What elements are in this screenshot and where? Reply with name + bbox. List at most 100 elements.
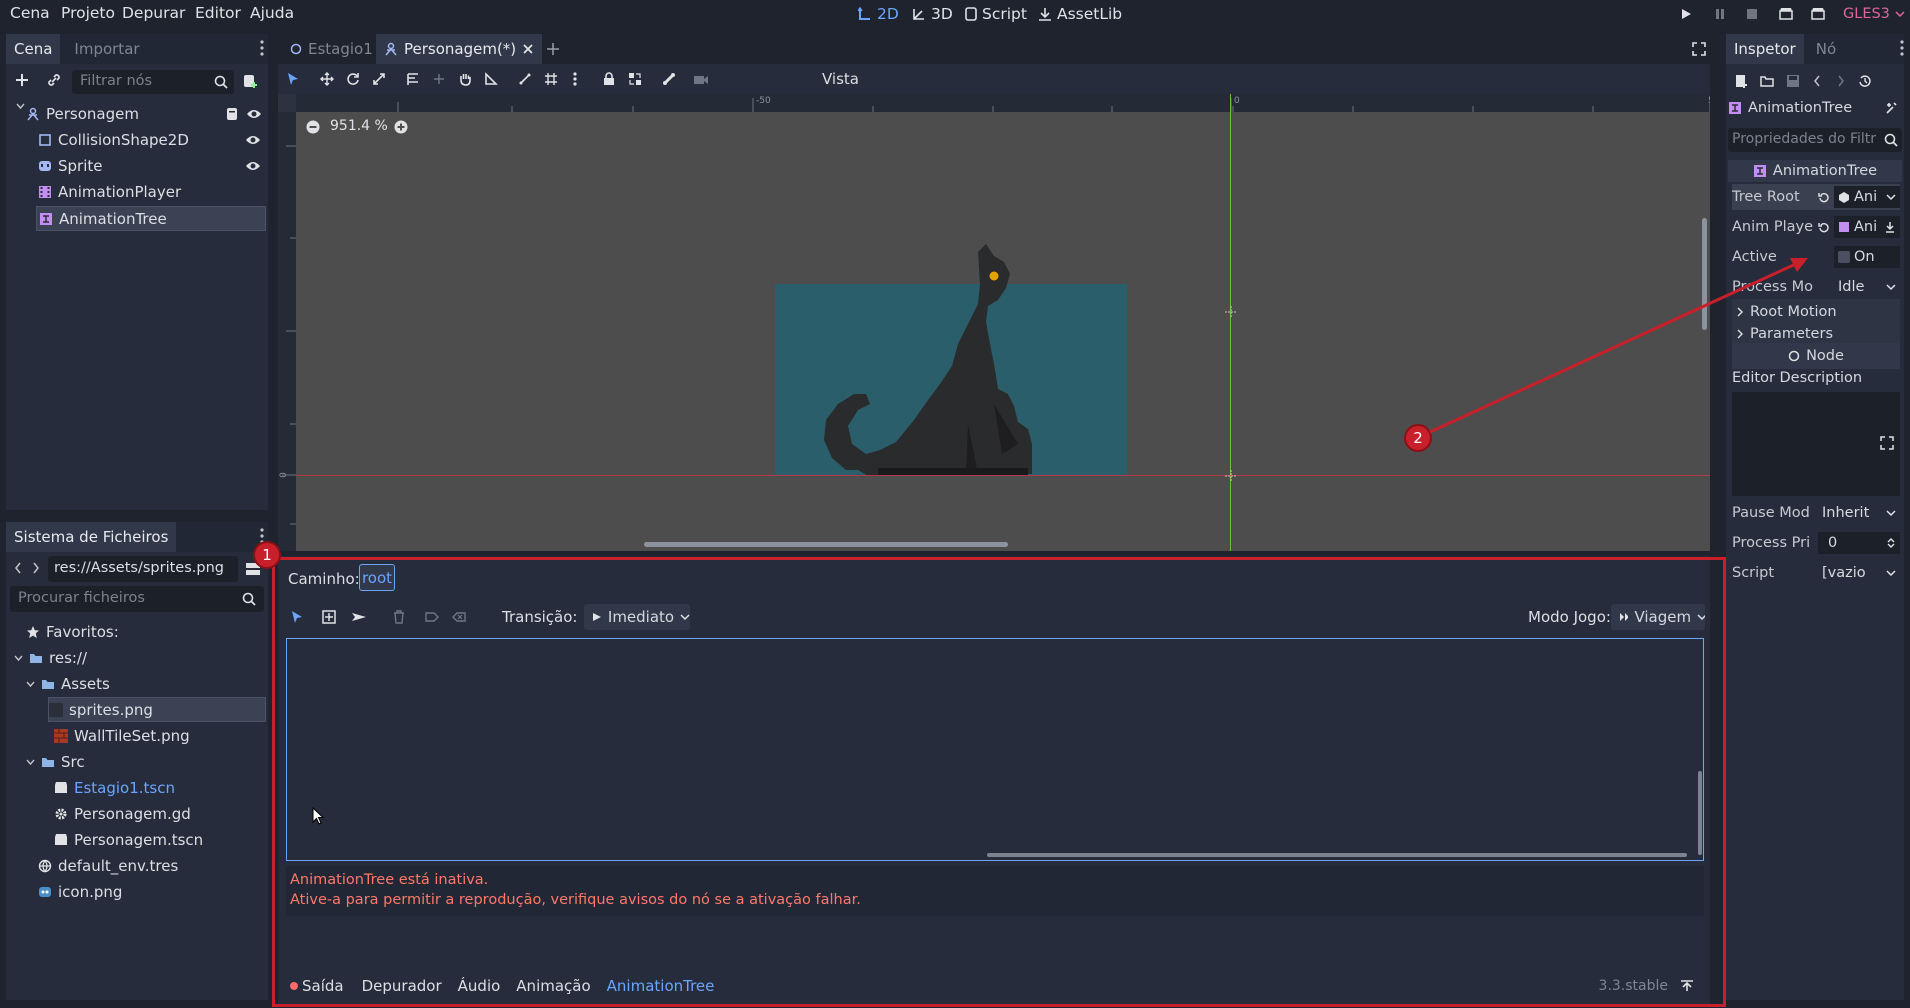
tree-node-personagem[interactable]: Personagem <box>26 102 266 126</box>
new-resource-button[interactable] <box>1730 70 1752 92</box>
play-button[interactable] <box>1675 3 1697 25</box>
folder-src[interactable]: Src <box>26 750 85 774</box>
add-node-button[interactable] <box>11 69 33 91</box>
tree-node-animationplayer[interactable]: AnimationPlayer <box>38 180 266 204</box>
vertical-scrollbar[interactable] <box>1702 218 1707 330</box>
move-mode-button[interactable] <box>316 68 338 90</box>
pan-mode-button[interactable] <box>454 68 476 90</box>
tree-node-animationtree[interactable]: AnimationTree <box>36 206 266 231</box>
prop-value-field[interactable]: [vazio <box>1818 562 1900 584</box>
horizontal-scrollbar[interactable] <box>644 542 1008 547</box>
tab-filesystem[interactable]: Sistema de Ficheiros <box>6 522 177 552</box>
bottom-tab-animation[interactable]: Animação <box>516 977 590 995</box>
file-icon-png[interactable]: icon.png <box>38 880 122 904</box>
visibility-eye-icon[interactable] <box>246 108 262 120</box>
new-scene-tab-button[interactable] <box>542 38 564 60</box>
file-walltileset-png[interactable]: WallTileSet.png <box>54 724 190 748</box>
delete-button[interactable] <box>388 606 410 628</box>
skeleton-button[interactable] <box>658 68 680 90</box>
menu-projeto[interactable]: Projeto <box>61 4 115 22</box>
menu-depurar[interactable]: Depurar <box>122 4 185 22</box>
editor-description-textarea[interactable] <box>1732 392 1900 496</box>
prop-spinbox[interactable]: 0 <box>1818 532 1900 554</box>
prop-value-field[interactable]: Idle <box>1834 276 1900 298</box>
scene-tab-estagio1[interactable]: Estagio1 <box>282 34 381 64</box>
stop-button[interactable] <box>1741 3 1763 25</box>
create-node-button[interactable] <box>318 606 340 628</box>
history-back-button[interactable] <box>1806 70 1828 92</box>
active-checkbox[interactable]: On <box>1834 246 1900 268</box>
tab-importar[interactable]: Importar <box>66 34 147 64</box>
scene-tab-personagem[interactable]: Personagem(*) <box>376 34 543 64</box>
zoom-out-button[interactable] <box>302 116 324 138</box>
tab-cena[interactable]: Cena <box>6 34 61 64</box>
prop-value-field[interactable]: Inherit <box>1818 502 1900 524</box>
favorites-item[interactable]: Favoritos: <box>26 620 119 644</box>
zoom-in-button[interactable] <box>390 116 412 138</box>
prop-tree-root[interactable]: Tree Root Ani <box>1732 184 1900 210</box>
file-sprites-png[interactable]: sprites.png <box>48 697 266 722</box>
pivot-mode-button[interactable] <box>428 68 450 90</box>
attach-script-button[interactable] <box>240 70 262 92</box>
zoom-level[interactable]: 951.4 % <box>330 118 388 134</box>
prop-anim-player[interactable]: Anim Playe Ani <box>1732 214 1900 240</box>
snap-options-button[interactable] <box>564 68 586 90</box>
tree-node-collisionshape2d[interactable]: CollisionShape2D <box>38 128 266 152</box>
prop-process-mode[interactable]: Process Mo Idle <box>1732 274 1900 300</box>
bottom-tab-animationtree[interactable]: AnimationTree <box>607 977 715 995</box>
tools-icon[interactable] <box>1884 101 1898 115</box>
menu-editor[interactable]: Editor <box>195 4 241 22</box>
filter-nodes-input[interactable]: Filtrar nós <box>72 70 234 94</box>
filter-properties-input[interactable]: Propriedades do Filtr <box>1728 128 1902 152</box>
bottom-tab-debugger[interactable]: Depurador <box>362 977 442 995</box>
close-icon[interactable] <box>522 43 534 55</box>
set-start-button[interactable] <box>421 606 443 628</box>
tab-node[interactable]: Nó <box>1808 34 1844 64</box>
play-mode-dropdown[interactable]: Viagem <box>1611 604 1705 630</box>
filesystem-path-input[interactable]: res://Assets/sprites.png <box>48 556 238 582</box>
dock-menu-icon[interactable] <box>260 40 264 56</box>
visibility-eye-icon[interactable] <box>245 160 261 172</box>
tree-node-sprite[interactable]: Sprite <box>38 154 266 178</box>
forward-button[interactable] <box>28 557 44 579</box>
pause-button[interactable] <box>1709 3 1731 25</box>
prop-value-field[interactable]: Ani <box>1834 186 1900 208</box>
prop-value-field[interactable]: Ani <box>1834 216 1900 238</box>
transition-dropdown[interactable]: Imediato <box>584 604 690 630</box>
history-button[interactable] <box>1854 70 1876 92</box>
revert-icon[interactable] <box>1818 191 1830 203</box>
lock-button[interactable] <box>598 68 620 90</box>
connect-nodes-button[interactable] <box>348 606 370 628</box>
graph-vertical-scrollbar[interactable] <box>1698 771 1702 855</box>
distraction-free-button[interactable] <box>1688 38 1710 60</box>
smart-snap-button[interactable] <box>514 68 536 90</box>
menu-cena[interactable]: Cena <box>10 4 50 22</box>
list-select-button[interactable] <box>402 68 424 90</box>
renderer-dropdown[interactable]: GLES3 <box>1843 3 1905 25</box>
back-button[interactable] <box>10 557 26 579</box>
select-tool-button[interactable] <box>286 606 308 628</box>
workspace-3d-button[interactable]: 3D <box>912 3 953 25</box>
canvas-viewport[interactable]: -50 0 50 0 951.4 % 2 <box>278 94 1710 551</box>
ruler-mode-button[interactable] <box>480 68 502 90</box>
prop-script[interactable]: Script [vazio <box>1732 560 1900 586</box>
collapse-arrow-icon[interactable] <box>16 102 25 110</box>
prop-pause-mode[interactable]: Pause Mod Inherit <box>1732 500 1900 526</box>
instance-scene-button[interactable] <box>43 69 65 91</box>
folder-res[interactable]: res:// <box>14 646 87 670</box>
menu-ajuda[interactable]: Ajuda <box>250 4 294 22</box>
set-end-button[interactable] <box>448 606 470 628</box>
visibility-eye-icon[interactable] <box>245 134 261 146</box>
workspace-2d-button[interactable]: 2D <box>858 3 899 25</box>
file-personagem-gd[interactable]: Personagem.gd <box>54 802 191 826</box>
revert-icon[interactable] <box>1818 221 1830 233</box>
history-forward-button[interactable] <box>1830 70 1852 92</box>
tab-inspector[interactable]: Inspetor <box>1726 34 1804 64</box>
load-resource-button[interactable] <box>1756 70 1778 92</box>
graph-horizontal-scrollbar[interactable] <box>987 853 1687 857</box>
script-icon[interactable] <box>225 107 239 121</box>
bottom-tab-output[interactable]: Saída <box>302 977 344 995</box>
dock-menu-icon[interactable] <box>1900 40 1904 56</box>
select-mode-button[interactable] <box>282 68 304 90</box>
expand-icon[interactable] <box>1880 436 1894 450</box>
